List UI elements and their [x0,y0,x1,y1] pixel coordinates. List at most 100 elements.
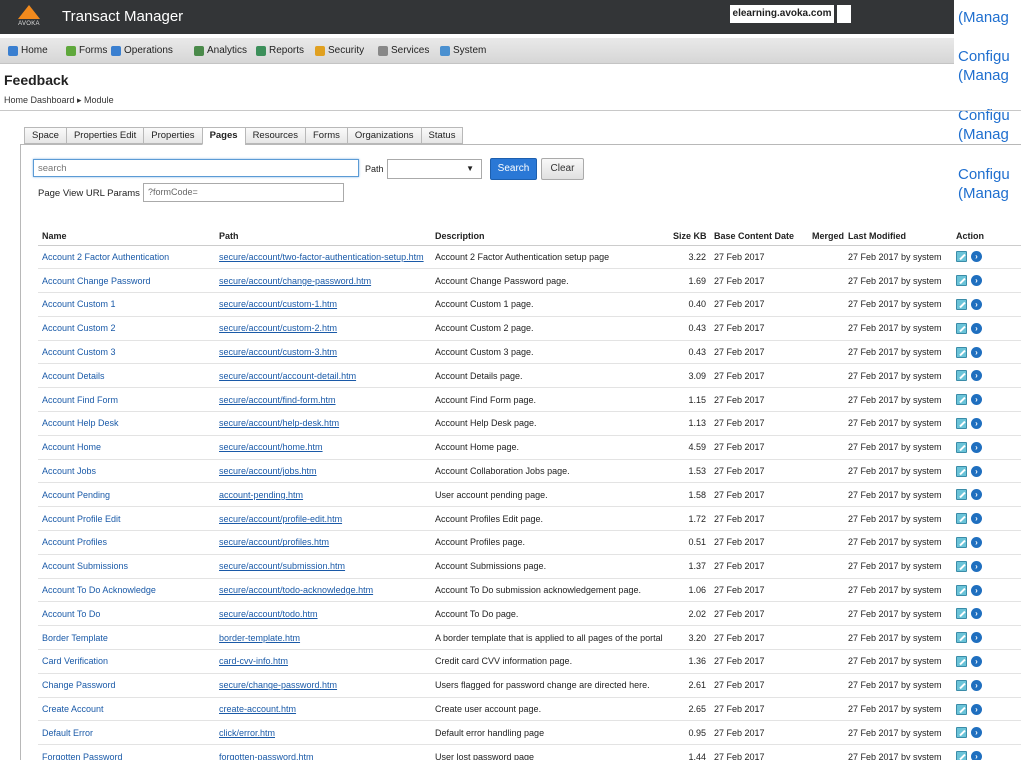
page-path-link[interactable]: secure/account/custom-1.htm [215,292,431,317]
host-selector[interactable]: elearning.avoka.com [730,5,834,23]
tab-properties-edit[interactable]: Properties Edit [65,127,144,144]
page-path-link[interactable]: secure/account/custom-3.htm [215,340,431,365]
page-path-link[interactable]: secure/account/change-password.htm [215,268,431,294]
page-name-link[interactable]: Account Custom 3 [38,340,215,365]
menu-item-analytics[interactable]: Analytics [194,45,247,56]
page-name-link[interactable]: Account Change Password [38,268,215,294]
view-page-icon[interactable]: › [971,322,982,334]
view-page-icon[interactable]: › [971,537,982,549]
page-path-link[interactable]: click/error.htm [215,720,431,746]
menu-item-forms[interactable]: Forms [66,45,107,56]
edit-icon[interactable] [956,679,967,691]
tab-forms[interactable]: Forms [304,127,347,144]
table-row[interactable]: Account Home secure/account/home.htm Accou… [38,435,1021,460]
page-path-link[interactable]: border-template.htm [215,625,431,651]
view-page-icon[interactable]: › [971,418,982,430]
page-path-link[interactable]: create-account.htm [215,697,431,722]
view-page-icon[interactable]: › [971,679,982,691]
page-name-link[interactable]: Account Custom 2 [38,316,215,341]
side-overlay-line[interactable]: Configu [958,48,1010,65]
table-row[interactable]: Default Error click/error.htm Default erro… [38,720,1021,746]
menu-item-services[interactable]: Services [378,45,429,56]
table-row[interactable]: Create Account create-account.htm Create u… [38,697,1021,722]
page-path-link[interactable]: account-pending.htm [215,482,431,508]
page-path-link[interactable]: secure/account/submission.htm [215,554,431,579]
page-name-link[interactable]: Forgotten Password [38,744,215,760]
view-page-icon[interactable]: › [971,465,982,477]
page-name-link[interactable]: Account To Do Acknowledge [38,578,215,603]
view-page-icon[interactable]: › [971,251,982,263]
page-path-link[interactable]: secure/account/profiles.htm [215,530,431,555]
edit-icon[interactable] [956,251,967,263]
page-path-link[interactable]: secure/account/account-detail.htm [215,363,431,389]
tab-status[interactable]: Status [420,127,464,144]
page-name-link[interactable]: Change Password [38,673,215,698]
table-row[interactable]: Account Profiles secure/account/profiles.… [38,530,1021,555]
table-row[interactable]: Account Custom 3 secure/account/custom-3.… [38,340,1021,365]
menu-item-system[interactable]: System [440,45,486,56]
page-name-link[interactable]: Account Profile Edit [38,506,215,532]
view-page-icon[interactable]: › [971,275,982,287]
table-row[interactable]: Account Submissions secure/account/submis… [38,554,1021,579]
page-name-link[interactable]: Create Account [38,697,215,722]
tab-space[interactable]: Space [24,127,66,144]
table-row[interactable]: Account Custom 1 secure/account/custom-1.… [38,292,1021,317]
page-name-link[interactable]: Card Verification [38,649,215,674]
view-page-icon[interactable]: › [971,560,982,572]
table-row[interactable]: Account Profile Edit secure/account/profi… [38,506,1021,532]
table-row[interactable]: Account To Do Acknowledge secure/account/… [38,578,1021,603]
edit-icon[interactable] [956,275,967,287]
edit-icon[interactable] [956,441,967,453]
menu-item-home[interactable]: Home [8,45,48,56]
table-row[interactable]: Account Help Desk secure/account/help-des… [38,411,1021,436]
table-row[interactable]: Card Verification card-cvv-info.htm Credit… [38,649,1021,674]
column-header-last-modified[interactable]: Last Modified [844,228,952,246]
edit-icon[interactable] [956,560,967,572]
edit-icon[interactable] [956,751,967,760]
page-name-link[interactable]: Account Jobs [38,459,215,484]
page-name-link[interactable]: Account Home [38,435,215,460]
edit-icon[interactable] [956,465,967,477]
page-path-link[interactable]: card-cvv-info.htm [215,649,431,674]
table-row[interactable]: Account Details secure/account/account-de… [38,363,1021,389]
page-path-link[interactable]: secure/account/two-factor-authentication… [215,245,431,270]
menu-item-reports[interactable]: Reports [256,45,304,56]
view-page-icon[interactable]: › [971,751,982,760]
view-page-icon[interactable]: › [971,727,982,739]
table-row[interactable]: Change Password secure/change-password.ht… [38,673,1021,698]
edit-icon[interactable] [956,537,967,549]
menu-item-operations[interactable]: Operations [111,45,173,56]
page-name-link[interactable]: Default Error [38,720,215,746]
column-header-size[interactable]: Size KB [669,228,710,246]
edit-icon[interactable] [956,513,967,525]
path-select[interactable]: ▼ [387,159,482,179]
table-row[interactable]: Account 2 Factor Authentication secure/ac… [38,245,1021,270]
table-row[interactable]: Account Jobs secure/account/jobs.htm Accou… [38,459,1021,484]
page-path-link[interactable]: forgotten-password.htm [215,744,431,760]
page-path-link[interactable]: secure/account/profile-edit.htm [215,506,431,532]
page-view-url-params-input[interactable]: ?formCode= [143,183,344,202]
column-header-merged[interactable]: Merged [808,228,844,246]
page-name-link[interactable]: Account Profiles [38,530,215,555]
edit-icon[interactable] [956,418,967,430]
view-page-icon[interactable]: › [971,441,982,453]
page-path-link[interactable]: secure/change-password.htm [215,673,431,698]
table-row[interactable]: Account Custom 2 secure/account/custom-2.… [38,316,1021,341]
page-path-link[interactable]: secure/account/find-form.htm [215,387,431,413]
page-name-link[interactable]: Account 2 Factor Authentication [38,245,215,270]
table-row[interactable]: Account To Do secure/account/todo.htm Acco… [38,601,1021,627]
edit-icon[interactable] [956,608,967,620]
edit-icon[interactable] [956,299,967,311]
tab-pages[interactable]: Pages [201,127,245,145]
page-name-link[interactable]: Border Template [38,625,215,651]
host-selector-button[interactable] [837,5,851,23]
page-name-link[interactable]: Account Submissions [38,554,215,579]
edit-icon[interactable] [956,703,967,715]
page-name-link[interactable]: Account Find Form [38,387,215,413]
column-header-description[interactable]: Description [431,228,669,246]
page-path-link[interactable]: secure/account/todo.htm [215,601,431,627]
breadcrumb[interactable]: Home Dashboard ▸ Module [4,95,114,106]
edit-icon[interactable] [956,656,967,667]
page-path-link[interactable]: secure/account/help-desk.htm [215,411,431,436]
side-overlay-line[interactable]: (Manag [958,9,1009,26]
